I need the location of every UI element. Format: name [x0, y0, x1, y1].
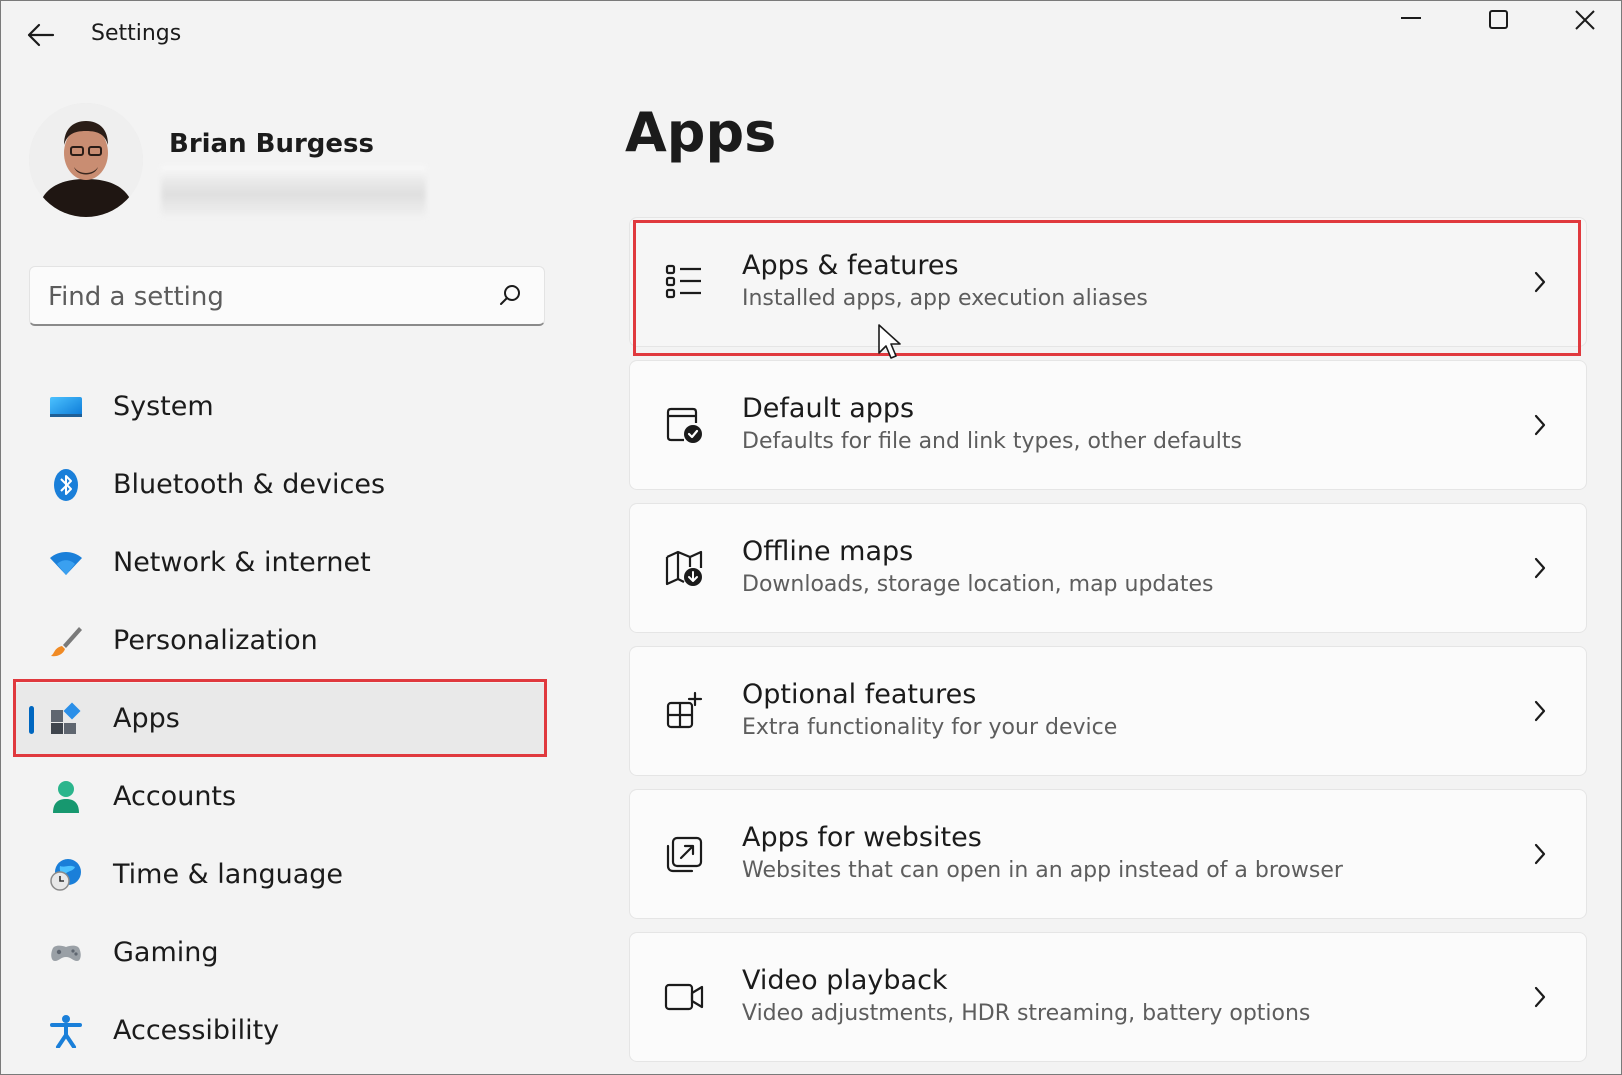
settings-window: Settings Brian Burgess Find a setting Sy… [0, 0, 1622, 1075]
sidebar-item-label: Gaming [113, 937, 219, 968]
open-external-icon [666, 836, 703, 873]
list-icon [665, 264, 701, 299]
wifi-icon [50, 552, 82, 575]
card-optional-features[interactable]: Optional features Extra functionality fo… [629, 646, 1587, 776]
sidebar-item-time-language[interactable]: Time & language [15, 839, 547, 911]
chevron-right-icon [1534, 843, 1546, 865]
window-title: Settings [91, 21, 182, 46]
card-title: Default apps [742, 393, 915, 424]
sidebar-item-personalization[interactable]: Personalization [15, 605, 547, 677]
account-icon [53, 781, 79, 813]
sidebar-item-system[interactable]: System [15, 371, 547, 443]
sidebar-item-gaming[interactable]: Gaming [15, 917, 547, 989]
search-icon [500, 285, 520, 305]
avatar[interactable] [29, 103, 143, 217]
maximize-button[interactable] [1457, 1, 1541, 41]
add-feature-icon [666, 691, 703, 729]
brush-icon [51, 627, 82, 657]
card-default-apps[interactable]: Default apps Defaults for file and link … [629, 360, 1587, 490]
chevron-right-icon [1534, 414, 1546, 436]
bluetooth-icon [54, 469, 78, 501]
profile-email-redacted [161, 166, 426, 218]
sidebar-item-accounts[interactable]: Accounts [15, 761, 547, 833]
card-description: Extra functionality for your device [742, 715, 1118, 740]
sidebar-item-accessibility[interactable]: Accessibility [15, 995, 547, 1067]
search-input[interactable] [46, 277, 480, 317]
mouse-cursor-icon [878, 324, 901, 359]
sidebar-item-label: Apps [113, 703, 180, 734]
sidebar-item-network[interactable]: Network & internet [15, 527, 547, 599]
card-title: Apps & features [742, 250, 959, 281]
accessibility-icon [50, 1015, 82, 1048]
minimize-icon [1401, 17, 1421, 19]
selected-indicator [29, 706, 34, 734]
card-apps-features[interactable]: Apps & features Installed apps, app exec… [629, 217, 1587, 347]
back-button[interactable] [23, 19, 59, 51]
card-apps-for-websites[interactable]: Apps for websites Websites that can open… [629, 789, 1587, 919]
search-box[interactable] [29, 266, 545, 326]
card-title: Offline maps [742, 536, 914, 567]
default-apps-icon [666, 407, 702, 443]
profile-name: Brian Burgess [169, 129, 375, 159]
card-video-playback[interactable]: Video playback Video adjustments, HDR st… [629, 932, 1587, 1062]
chevron-right-icon [1534, 271, 1546, 293]
system-icon [50, 397, 82, 417]
apps-settings-list: Apps & features Installed apps, app exec… [629, 217, 1587, 1074]
minimize-button[interactable] [1369, 1, 1453, 41]
close-icon [1575, 10, 1595, 30]
sidebar-item-label: Network & internet [113, 547, 371, 578]
sidebar-item-label: Time & language [113, 859, 344, 890]
title-bar: Settings [1, 1, 1621, 71]
sidebar-item-apps[interactable]: Apps [15, 683, 547, 755]
user-photo-icon [29, 103, 143, 217]
card-description: Downloads, storage location, map updates [742, 572, 1214, 597]
close-button[interactable] [1543, 1, 1621, 41]
card-description: Video adjustments, HDR streaming, batter… [742, 1001, 1311, 1026]
time-language-icon [50, 859, 81, 891]
sidebar-item-label: System [113, 391, 214, 422]
back-arrow-icon [27, 23, 55, 47]
card-title: Apps for websites [742, 822, 982, 853]
sidebar-item-bluetooth[interactable]: Bluetooth & devices [15, 449, 547, 521]
sidebar-item-label: Bluetooth & devices [113, 469, 386, 500]
card-offline-maps[interactable]: Offline maps Downloads, storage location… [629, 503, 1587, 633]
chevron-right-icon [1534, 700, 1546, 722]
maximize-icon [1489, 10, 1508, 29]
sidebar-item-label: Accessibility [113, 1015, 280, 1046]
sidebar-item-label: Accounts [113, 781, 237, 812]
apps-icon [51, 702, 81, 734]
card-title: Video playback [742, 965, 948, 996]
video-camera-icon [664, 983, 704, 1011]
card-description: Websites that can open in an app instead… [742, 858, 1343, 883]
card-description: Installed apps, app execution aliases [742, 286, 1148, 311]
gamepad-icon [51, 945, 81, 961]
chevron-right-icon [1534, 986, 1546, 1008]
page-title: Apps [625, 101, 777, 164]
chevron-right-icon [1534, 557, 1546, 579]
sidebar-item-label: Personalization [113, 625, 318, 656]
map-download-icon [665, 550, 703, 586]
card-description: Defaults for file and link types, other … [742, 429, 1242, 454]
sidebar-nav: System Bluetooth & devices Network & int… [15, 371, 547, 1073]
card-title: Optional features [742, 679, 977, 710]
